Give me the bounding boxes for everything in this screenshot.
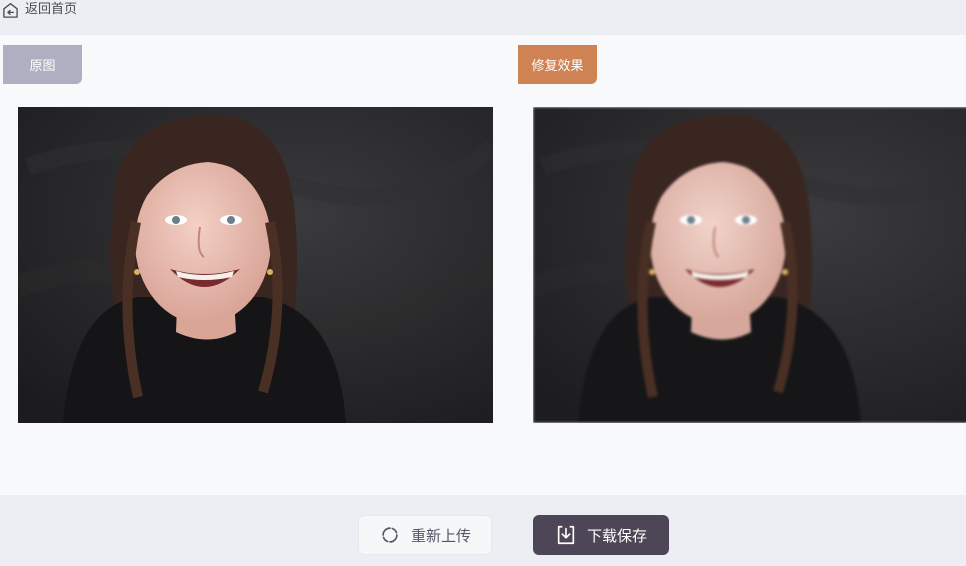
portrait-illustration-repaired [533, 107, 966, 423]
reupload-button[interactable]: 重新上传 [358, 515, 492, 555]
back-label: 返回首页 [25, 2, 78, 17]
back-to-home-link[interactable]: 返回首页 [2, 1, 77, 19]
action-bar: 重新上传 下载保存 [0, 495, 966, 566]
original-tag: 原图 [3, 45, 82, 84]
download-button[interactable]: 下载保存 [533, 515, 669, 555]
original-image [18, 107, 493, 423]
refresh-icon [382, 527, 398, 543]
repaired-tag: 修复效果 [518, 45, 597, 84]
download-icon [557, 525, 575, 545]
top-bar: 返回首页 [0, 0, 966, 35]
repaired-image [533, 107, 966, 423]
download-label: 下载保存 [586, 526, 647, 545]
reupload-label: 重新上传 [410, 526, 471, 545]
portrait-illustration [18, 107, 493, 423]
home-back-icon [3, 2, 18, 18]
comparison-panel: 原图 修复效果 [0, 35, 966, 495]
